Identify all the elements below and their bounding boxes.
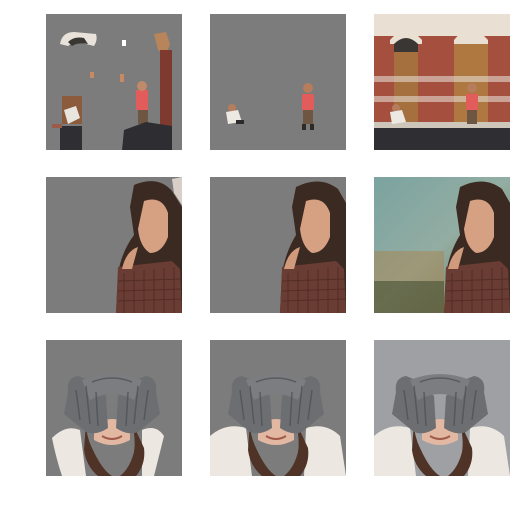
row3-refined-mask-panel — [210, 340, 346, 476]
row2-original-photo-panel — [374, 177, 510, 313]
row2-original-photo-image — [374, 177, 510, 313]
row3-original-photo-image — [374, 340, 510, 476]
row3-original-photo-panel — [374, 340, 510, 476]
image-grid — [0, 0, 520, 510]
row2-refined-mask-image — [210, 177, 346, 313]
row2-refined-mask-panel — [210, 177, 346, 313]
row2-partial-mask-panel — [46, 177, 182, 313]
row3-partial-mask-panel — [46, 340, 182, 476]
row3-refined-mask-image — [210, 340, 346, 476]
row1-refined-mask-panel — [210, 14, 346, 150]
row1-original-photo-image — [374, 14, 510, 150]
row1-original-photo-panel — [374, 14, 510, 150]
row1-partial-mask-image — [46, 14, 182, 150]
row2-partial-mask-image — [46, 177, 182, 313]
row1-partial-mask-panel — [46, 14, 182, 150]
row3-partial-mask-image — [46, 340, 182, 476]
row1-refined-mask-image — [210, 14, 346, 150]
